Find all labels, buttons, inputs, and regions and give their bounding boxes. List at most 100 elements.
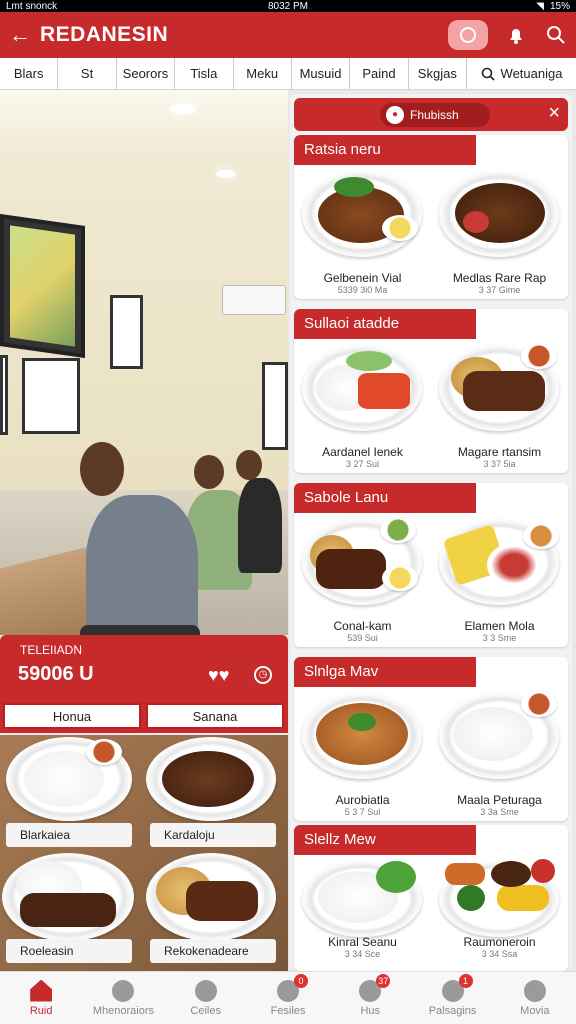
photo-diner xyxy=(238,478,282,573)
panel-header: ● Fhubissh × xyxy=(294,98,568,131)
greens-image xyxy=(334,177,374,197)
tab-tisla[interactable]: Tisla xyxy=(175,58,234,89)
dish-card[interactable]: Rekokenadeare xyxy=(146,853,286,965)
photo-menu-screen xyxy=(0,214,85,358)
photo-ceiling-light xyxy=(170,104,196,114)
dish-item[interactable]: Elamen Mola 3 3 Sme xyxy=(431,513,568,647)
dish-card[interactable]: Blarkaiea xyxy=(2,737,142,849)
sauce-bowl-image xyxy=(521,343,557,369)
tab-st[interactable]: St xyxy=(58,58,117,89)
bell-icon[interactable] xyxy=(496,20,536,50)
menu-panel: ● Fhubissh × Ratsia neru Gelbenein Vial … xyxy=(290,94,572,971)
dish-price: 3 27 Sui xyxy=(345,459,380,469)
section-title: Slellz Mew xyxy=(294,825,476,855)
nav-item-ruid[interactable]: Ruid xyxy=(0,972,82,1024)
app-bar: ← REDANESIN xyxy=(0,12,576,58)
promo-card: TELEIIADN 59006 U ♥♥ ◷ Honua Sanana xyxy=(0,635,288,733)
tomato-image xyxy=(463,211,489,233)
dish-item[interactable]: Kinral Seanu 3 34 Sce xyxy=(294,855,431,971)
sauce-bowl-image xyxy=(521,691,557,717)
photo-wall-frame xyxy=(110,295,143,369)
menu-section: Sullaoi atadde Aardanel Ienek 3 27 Sui M… xyxy=(294,309,568,473)
search-tab-label: Wetuaniga xyxy=(500,66,563,81)
dish-name: Aardanel Ienek xyxy=(322,445,403,459)
dish-item[interactable]: Conal-kam 539 Sui xyxy=(294,513,431,647)
broccoli-image xyxy=(457,885,485,911)
grilled-meat-image xyxy=(316,549,386,589)
dish-item[interactable]: Aardanel Ienek 3 27 Sui xyxy=(294,339,431,473)
promo-button-honua[interactable]: Honua xyxy=(3,703,141,729)
photo-diner-head xyxy=(194,455,224,489)
dish-item[interactable]: Aurobiatla 5 3 7 Sul xyxy=(294,687,431,821)
notification-badge: 0 xyxy=(293,974,308,988)
avatar: ● xyxy=(386,106,404,124)
menu-section: Sabole Lanu Conal-kam 539 Sui Elamen Mol… xyxy=(294,483,568,647)
nav-label: Ceiles xyxy=(190,1004,221,1017)
dish-item[interactable]: Gelbenein Vial 5339 3i0 Ma xyxy=(294,165,431,299)
nav-item-fesiles[interactable]: 0 Fesiles xyxy=(247,972,329,1024)
panel-title-pill[interactable]: ● Fhubissh xyxy=(380,103,490,127)
close-icon[interactable]: × xyxy=(548,102,560,125)
photo-ceiling-light xyxy=(216,170,236,178)
dish-item[interactable]: Maala Peturaga 3 3a Sme xyxy=(431,687,568,821)
tab-musuid[interactable]: Musuid xyxy=(292,58,351,89)
account-icon xyxy=(523,979,546,1002)
search-icon xyxy=(481,67,495,81)
menu-section: Slellz Mew Kinral Seanu 3 34 Sce Raumone… xyxy=(294,825,568,971)
rice-image xyxy=(453,707,533,761)
promo-price: 59006 U xyxy=(18,663,94,685)
dish-item[interactable]: Raumoneroin 3 34 Ssa xyxy=(431,855,568,971)
noodles-image xyxy=(162,751,254,807)
dish-item[interactable]: Magare rtansim 3 37 5ia xyxy=(431,339,568,473)
restaurant-photo xyxy=(0,90,288,635)
circle-icon xyxy=(194,979,217,1002)
sauce-bowl-image xyxy=(382,215,418,241)
home-icon xyxy=(30,979,53,1002)
bowl-image xyxy=(487,543,541,587)
nav-item-movia[interactable]: Movia xyxy=(494,972,576,1024)
dish-name: Kinral Seanu xyxy=(328,935,397,949)
search-icon[interactable] xyxy=(536,20,576,50)
photo-wall-frame xyxy=(0,355,8,435)
nav-label: Palsagins xyxy=(428,1004,477,1017)
nav-label: Mhenoraiors xyxy=(92,1004,154,1017)
clock-icon[interactable]: ◷ xyxy=(254,666,272,684)
sauce-bowl-image xyxy=(86,739,122,765)
dish-name: Maala Peturaga xyxy=(457,793,542,807)
nav-item-hus[interactable]: 37 Hus xyxy=(329,972,411,1024)
dish-price: 5339 3i0 Ma xyxy=(337,285,388,295)
status-bar: Lmt snonck 8032 PM ◥ 15% xyxy=(0,0,576,12)
section-title: Sullaoi atadde xyxy=(294,309,476,339)
heart-icon[interactable]: ♥♥ xyxy=(208,665,229,686)
sauce-bowl-image xyxy=(523,523,559,549)
photo-wall-frame xyxy=(22,358,80,434)
section-title: Slnlga Mav xyxy=(294,657,476,687)
tab-paind[interactable]: Paind xyxy=(350,58,409,89)
dish-name: Gelbenein Vial xyxy=(323,271,402,285)
tab-blars[interactable]: Blars xyxy=(0,58,59,89)
tab-search[interactable]: Wetuaniga xyxy=(467,58,576,89)
menu-section: Slnlga Mav Aurobiatla 5 3 7 Sul Maala Pe… xyxy=(294,657,568,821)
nav-item-palsagins[interactable]: 1 Palsagins xyxy=(411,972,493,1024)
dish-name: Elamen Mola xyxy=(464,619,535,633)
tab-seorors[interactable]: Seorors xyxy=(117,58,176,89)
menu-section: Ratsia neru Gelbenein Vial 5339 3i0 Ma M… xyxy=(294,135,568,299)
dish-name: Raumoneroin xyxy=(463,935,536,949)
dish-price: 3 37 5ia xyxy=(483,459,516,469)
tab-meku[interactable]: Meku xyxy=(234,58,292,89)
photo-ceiling xyxy=(0,90,288,160)
dish-price: 539 Sui xyxy=(347,633,378,643)
dish-card[interactable]: Roeleasin xyxy=(2,853,142,965)
featured-dish-grid: Blarkaiea Kardaloju Roeleasin Rekokenade… xyxy=(0,735,288,971)
dish-price: 3 3a Sme xyxy=(480,807,519,817)
nav-item-mhenoraiors[interactable]: Mhenoraiors xyxy=(82,972,164,1024)
category-tabs: Blars St Seorors Tisla Meku Musuid Paind… xyxy=(0,58,576,90)
dish-item[interactable]: Medlas Rare Rap 3 37 Gime xyxy=(431,165,568,299)
arrow-left-icon[interactable]: ← xyxy=(0,22,40,48)
tab-skgjas[interactable]: Skgjas xyxy=(409,58,467,89)
salad-bowl-image xyxy=(380,517,416,543)
promo-button-sanana[interactable]: Sanana xyxy=(146,703,284,729)
nav-item-ceiles[interactable]: Ceiles xyxy=(165,972,247,1024)
dish-card[interactable]: Kardaloju xyxy=(146,737,286,849)
chat-icon[interactable] xyxy=(448,20,488,50)
